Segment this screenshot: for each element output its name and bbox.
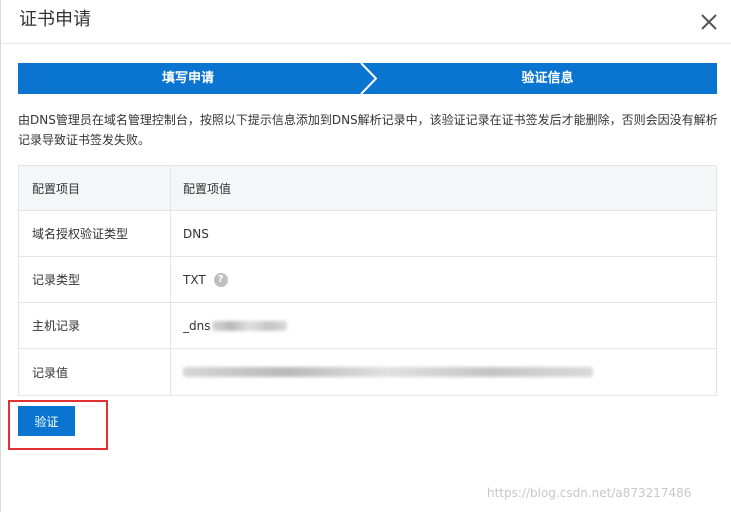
row-value: _dns: [183, 318, 211, 333]
cert-application-dialog: 证书申请 填写申请 验证信息 由DNS管理员在域名管理控制台，按照以下提示信息添…: [0, 0, 731, 512]
table-row: 记录值: [19, 349, 716, 395]
verify-button[interactable]: 验证: [18, 406, 75, 436]
row-key: 主机记录: [19, 303, 171, 348]
header-config-value: 配置项值: [183, 181, 232, 196]
step-fill-application: 填写申请: [161, 71, 214, 86]
step-verify-info: 验证信息: [521, 71, 574, 86]
row-key: 记录类型: [19, 257, 171, 302]
step-arrow-divider: [360, 63, 378, 94]
table-header-row: 配置项目 配置项值: [19, 166, 716, 211]
steps-bar: 填写申请 验证信息: [18, 63, 717, 94]
close-button[interactable]: [697, 10, 721, 34]
config-table: 配置项目 配置项值 域名授权验证类型 DNS 记录类型 TXT ? 主机记录 _…: [18, 165, 717, 396]
table-row: 记录类型 TXT ?: [19, 257, 716, 303]
row-value-cell: TXT ?: [171, 257, 716, 302]
table-row: 域名授权验证类型 DNS: [19, 211, 716, 257]
redacted-record-value: [183, 367, 593, 377]
header-config-item: 配置项目: [19, 166, 171, 210]
redacted-host-record: [212, 320, 288, 331]
row-key: 域名授权验证类型: [19, 211, 171, 256]
question-circle-icon[interactable]: ?: [213, 272, 228, 287]
row-value: DNS: [183, 226, 209, 241]
watermark: https://blog.csdn.net/a873217486: [487, 486, 692, 500]
instruction-text: 由DNS管理员在域名管理控制台，按照以下提示信息添加到DNS解析记录中，该验证记…: [18, 113, 718, 147]
dialog-title: 证书申请: [19, 9, 91, 30]
table-row: 主机记录 _dns: [19, 303, 716, 349]
row-value-cell: [171, 349, 716, 395]
row-key: 记录值: [19, 349, 171, 395]
dialog-header: 证书申请: [1, 0, 731, 44]
close-icon: [701, 14, 717, 30]
row-value-cell: _dns: [171, 303, 716, 348]
row-value: TXT: [183, 272, 206, 287]
